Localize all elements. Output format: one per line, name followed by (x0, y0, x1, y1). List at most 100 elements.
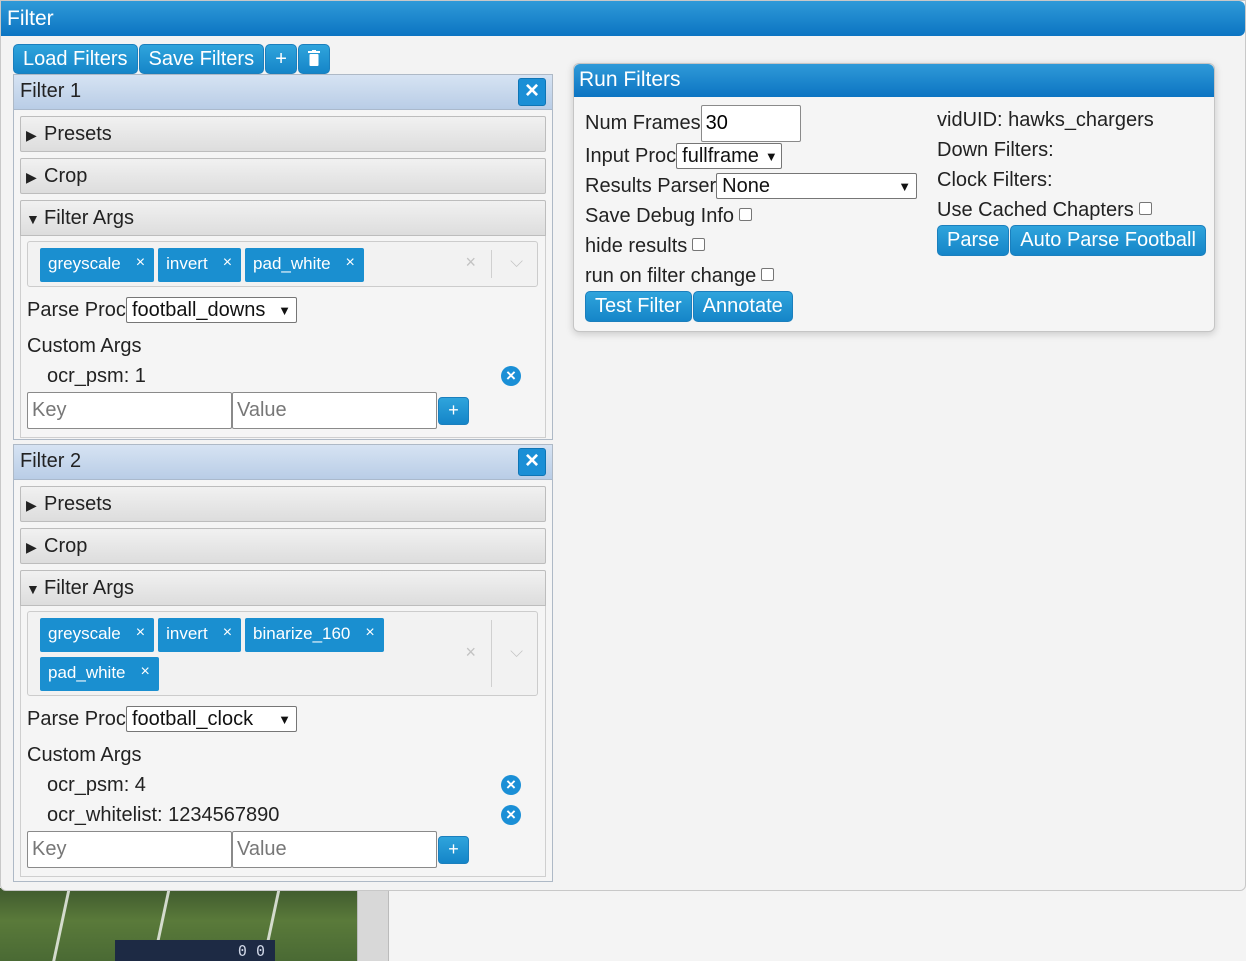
filter-args-section[interactable]: ▼ Filter Args (20, 200, 546, 236)
filter-args-section[interactable]: ▼ Filter Args (20, 570, 546, 606)
save-filters-button[interactable]: Save Filters (138, 44, 265, 74)
filter-chip: greyscale × (40, 248, 155, 282)
presets-section[interactable]: ▶ Presets (20, 486, 546, 522)
custom-args-label: Custom Args (27, 334, 142, 357)
filter-chip: pad_white × (245, 248, 364, 282)
annotate-button[interactable]: Annotate (692, 290, 793, 322)
input-proc-row: Input Proc fullframe ▼ (585, 141, 917, 171)
key-input[interactable] (27, 392, 232, 429)
chip-remove-icon[interactable]: × (129, 618, 154, 652)
save-debug-checkbox[interactable] (739, 207, 752, 221)
filter-header: Filter 1 × (14, 75, 552, 110)
expand-icon: ▶ (26, 127, 37, 143)
num-frames-label: Num Frames (585, 111, 701, 134)
run-actions: Test Filter Annotate (585, 290, 917, 322)
clear-icon[interactable]: × (465, 642, 476, 663)
filter-chip: binarize_160 × (245, 618, 384, 652)
custom-args-label: Custom Args (27, 743, 142, 766)
filter-chip: pad_white × (40, 657, 159, 691)
parse-actions: Parse Auto Parse Football (937, 224, 1206, 256)
use-cached-checkbox[interactable] (1138, 201, 1152, 215)
expand-icon: ▶ (26, 169, 37, 185)
add-arg-button[interactable]: + (438, 396, 469, 425)
run-on-change-label: run on filter change (585, 264, 757, 287)
expand-icon: ▶ (26, 497, 37, 513)
value-input[interactable] (232, 831, 437, 868)
chip-remove-icon[interactable]: × (358, 618, 383, 652)
chip-remove-icon[interactable]: × (134, 657, 159, 691)
run-on-change-checkbox[interactable] (761, 267, 775, 281)
num-frames-row: Num Frames (585, 104, 917, 142)
hide-results-checkbox[interactable] (692, 237, 706, 251)
test-filter-button[interactable]: Test Filter (585, 290, 692, 322)
dialog-title[interactable]: Filter (1, 1, 1245, 36)
chevron-down-icon: ▼ (898, 178, 912, 194)
filter-dialog: Filter Load Filters Save Filters + Filte… (0, 0, 1246, 891)
filter-multiselect[interactable]: greyscale × invert × pad_white × × ⌵ (27, 241, 538, 287)
close-filter-button[interactable]: × (518, 448, 546, 476)
results-parser-select[interactable]: None ▼ (716, 173, 918, 199)
custom-arg: ocr_psm: 1 × (27, 361, 538, 391)
run-filters-panel: Run Filters Num Frames Input Proc fullfr… (573, 63, 1215, 332)
video-frame: 0 0 (0, 888, 357, 961)
parse-proc-select[interactable]: football_downs ▼ (125, 297, 297, 323)
scorebug: 0 0 (115, 940, 275, 961)
crop-section[interactable]: ▶ Crop (20, 158, 546, 194)
presets-section[interactable]: ▶ Presets (20, 116, 546, 152)
background-area (389, 888, 1246, 961)
chip-remove-icon[interactable]: × (339, 248, 364, 282)
chip-remove-icon[interactable]: × (216, 618, 241, 652)
chevron-down-icon[interactable]: ⌵ (510, 642, 523, 662)
custom-arg: ocr_whitelist: 1234567890 × (27, 800, 538, 830)
key-input[interactable] (27, 831, 232, 868)
down-filters-label: Down Filters: (937, 138, 1054, 161)
parse-button[interactable]: Parse (937, 224, 1010, 256)
add-arg-row: + (27, 831, 538, 868)
value-input[interactable] (232, 392, 437, 429)
filter-title: Filter 2 (20, 450, 82, 472)
save-debug-row: Save Debug Info (585, 201, 917, 231)
filter-multiselect[interactable]: greyscale × invert × binarize_160 × pad_whi… (27, 611, 538, 696)
parse-proc-label: Parse Proc (27, 707, 126, 730)
results-parser-row: Results Parser None ▼ (585, 171, 918, 201)
parse-proc-row: Parse Proc football_downs ▼ (27, 295, 538, 325)
remove-arg-button[interactable]: × (501, 775, 521, 795)
filter-toolbar: Load Filters Save Filters + (13, 44, 331, 74)
filter-panel-1: Filter 1 × ▶ Presets ▶ Crop ▼ Filter Args g… (13, 74, 553, 440)
chip-remove-icon[interactable]: × (129, 248, 154, 282)
hide-results-label: hide results (585, 234, 688, 257)
parse-proc-select[interactable]: football_clock ▼ (125, 706, 297, 732)
scrollbar-track[interactable] (357, 888, 389, 961)
use-cached-label: Use Cached Chapters (937, 198, 1134, 221)
chip-remove-icon[interactable]: × (216, 248, 241, 282)
chevron-down-icon: ▼ (764, 148, 778, 164)
add-filter-button[interactable]: + (265, 44, 298, 74)
close-icon: × (524, 447, 539, 474)
chevron-down-icon: ▼ (278, 711, 291, 727)
add-arg-button[interactable]: + (438, 835, 469, 864)
input-proc-label: Input Proc (585, 144, 677, 167)
clear-icon[interactable]: × (465, 252, 476, 273)
vid-uid: vidUID: hawks_chargers (937, 108, 1154, 131)
add-arg-row: + (27, 392, 538, 429)
load-filters-button[interactable]: Load Filters (13, 44, 138, 74)
filter-chip: greyscale × (40, 618, 155, 652)
remove-arg-button[interactable]: × (501, 805, 521, 825)
chevron-down-icon[interactable]: ⌵ (510, 252, 523, 272)
input-proc-select[interactable]: fullframe ▼ (676, 143, 783, 169)
filter-panel-2: Filter 2 × ▶ Presets ▶ Crop ▼ Filter Args g… (13, 444, 553, 882)
remove-arg-button[interactable]: × (501, 366, 521, 386)
collapse-icon: ▼ (26, 581, 40, 597)
use-cached-row: Use Cached Chapters (937, 195, 1206, 225)
num-frames-input[interactable] (700, 104, 801, 142)
crop-section[interactable]: ▶ Crop (20, 528, 546, 564)
filter-args-body: greyscale × invert × pad_white × × ⌵ Parse … (20, 236, 546, 438)
trash-icon (308, 50, 321, 66)
delete-filters-button[interactable] (298, 44, 331, 74)
filter-chip: invert × (158, 618, 242, 652)
close-filter-button[interactable]: × (518, 78, 546, 106)
hide-results-row: hide results (585, 231, 917, 261)
chapter-info: vidUID: hawks_chargers Down Filters: Clo… (937, 105, 1206, 256)
run-filters-title: Run Filters (574, 64, 1214, 97)
auto-parse-football-button[interactable]: Auto Parse Football (1010, 224, 1206, 256)
